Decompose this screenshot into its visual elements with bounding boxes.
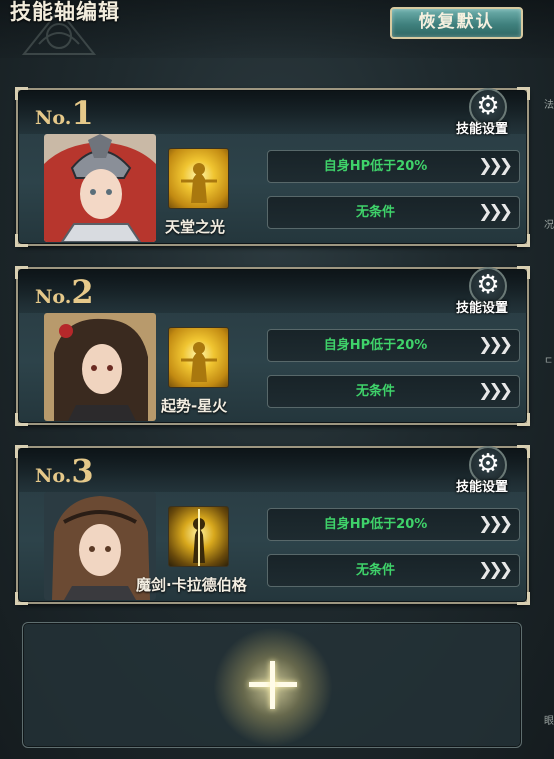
skill-slot-3: No.3 ⚙ 技能设置 魔剑·卡拉德伯格 自身HP低于20% ❯❯❯ 无条件 ❯… <box>15 445 530 605</box>
character-portrait[interactable] <box>44 134 156 242</box>
reset-default-button[interactable]: 恢复默认 <box>390 7 523 39</box>
slot-number: No.1 <box>35 94 94 132</box>
slot-number-value: 3 <box>71 452 94 490</box>
skill-name: 天堂之光 <box>165 218 226 236</box>
side-fragment: ㄷ <box>544 356 554 367</box>
frame-corner <box>15 413 28 426</box>
slot-number-value: 2 <box>71 273 94 311</box>
skill-settings-button[interactable]: ⚙ 技能设置 <box>456 88 528 137</box>
skill-name: 魔剑·卡拉德伯格 <box>136 576 247 594</box>
condition-text: 自身HP低于20% <box>323 517 428 532</box>
slot-number: No.2 <box>35 273 94 311</box>
frame-corner <box>15 266 28 279</box>
frame-corner <box>517 592 530 605</box>
skill-settings-label[interactable]: 技能设置 <box>456 118 508 137</box>
skill-slot-2: No.2 ⚙ 技能设置 起势-星火 自身HP低于20% ❯❯❯ 无条件 ❯❯❯ <box>15 266 530 426</box>
triple-chevron-icon: ❯❯❯ <box>478 202 513 222</box>
triple-chevron-icon: ❯❯❯ <box>478 514 513 534</box>
triple-chevron-icon: ❯❯❯ <box>478 381 513 401</box>
skill-settings-button[interactable]: ⚙ 技能设置 <box>456 446 528 495</box>
condition-selector-2[interactable]: 无条件 ❯❯❯ <box>267 375 520 408</box>
skill-settings-label[interactable]: 技能设置 <box>456 476 508 495</box>
skill-icon-demon-sword[interactable] <box>168 506 229 567</box>
slot-number-prefix: No. <box>35 107 72 129</box>
triple-chevron-icon: ❯❯❯ <box>478 560 513 580</box>
skill-slot-1: No.1 ⚙ 技能设置 天堂之光 自身HP低于20% ❯❯❯ 无条件 ❯❯❯ <box>15 87 530 247</box>
slot-number-prefix: No. <box>35 286 72 308</box>
slot-number: No.3 <box>35 452 94 490</box>
condition-selector-1[interactable]: 自身HP低于20% ❯❯❯ <box>267 329 520 362</box>
condition-text: 自身HP低于20% <box>323 338 428 353</box>
condition-text: 自身HP低于20% <box>323 159 428 174</box>
plus-icon[interactable] <box>249 661 297 709</box>
condition-selector-1[interactable]: 自身HP低于20% ❯❯❯ <box>267 150 520 183</box>
frame-corner <box>15 592 28 605</box>
character-portrait[interactable] <box>44 313 156 421</box>
skill-icon-starfire[interactable] <box>168 327 229 388</box>
condition-selector-2[interactable]: 无条件 ❯❯❯ <box>267 196 520 229</box>
skill-settings-button[interactable]: ⚙ 技能设置 <box>456 267 528 316</box>
side-fragment: 眼 <box>544 716 554 727</box>
side-fragment: 况 <box>544 220 554 231</box>
condition-selector-2[interactable]: 无条件 ❯❯❯ <box>267 554 520 587</box>
triple-chevron-icon: ❯❯❯ <box>478 335 513 355</box>
condition-selector-1[interactable]: 自身HP低于20% ❯❯❯ <box>267 508 520 541</box>
slot-number-prefix: No. <box>35 465 72 487</box>
page-title: 技能轴编辑 <box>10 0 120 24</box>
skill-settings-label[interactable]: 技能设置 <box>456 297 508 316</box>
frame-corner <box>517 234 530 247</box>
frame-corner <box>15 234 28 247</box>
side-fragment: 法 <box>544 100 554 111</box>
triple-chevron-icon: ❯❯❯ <box>478 156 513 176</box>
header-bar: 技能轴编辑 恢复默认 <box>0 0 554 58</box>
frame-corner <box>15 87 28 100</box>
condition-text: 无条件 <box>355 563 395 578</box>
skill-name: 起势-星火 <box>161 397 228 415</box>
condition-text: 无条件 <box>355 384 395 399</box>
add-skill-slot-button[interactable] <box>22 622 522 748</box>
slot-number-value: 1 <box>71 94 94 132</box>
frame-corner <box>15 445 28 458</box>
skill-icon-heaven-light[interactable] <box>168 148 229 209</box>
frame-corner <box>517 413 530 426</box>
condition-text: 无条件 <box>355 205 395 220</box>
